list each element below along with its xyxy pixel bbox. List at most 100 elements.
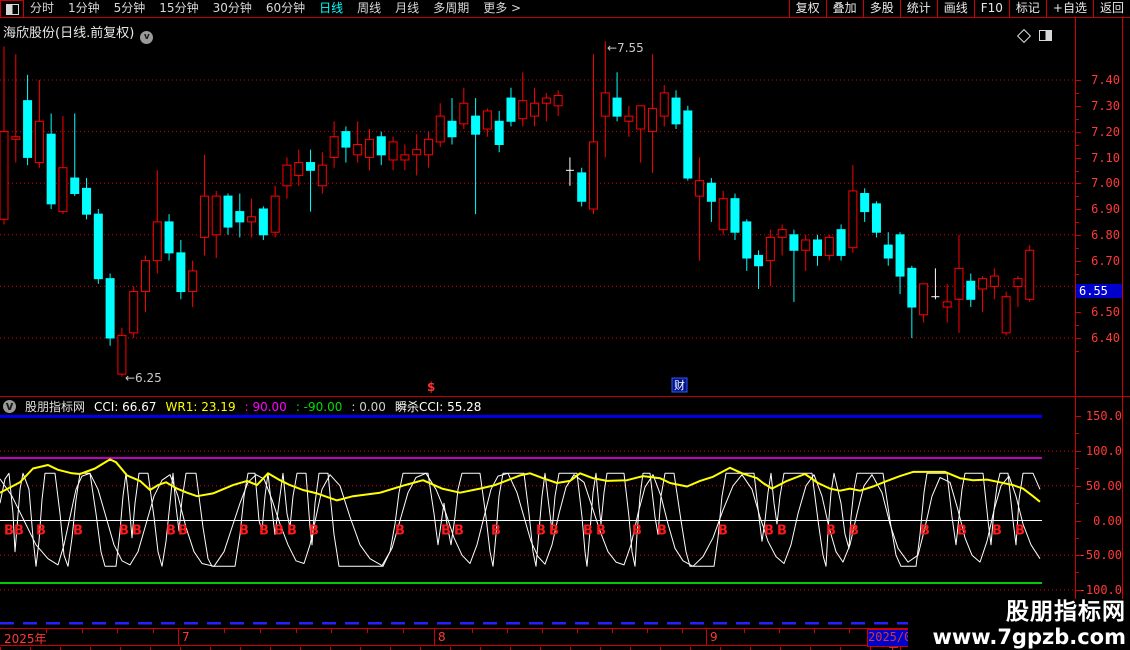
candle [637, 106, 645, 163]
timeline-tick [260, 629, 261, 633]
panel-separator [0, 396, 1130, 397]
candle [259, 206, 267, 240]
timeline-tick [403, 629, 404, 633]
indicator-header-segment-6: 瞬杀CCI: 55.28 [395, 398, 482, 415]
axis-tick-minor [1076, 171, 1079, 172]
candle [130, 286, 138, 338]
timeline-tick [82, 629, 83, 633]
last-price-tag: 6.55 [1076, 284, 1122, 298]
event-marker[interactable]: $ [427, 380, 435, 394]
toolbar-button-5[interactable]: F10 [974, 0, 1009, 17]
period-tab-0[interactable]: 分时 [30, 0, 54, 17]
candle [884, 232, 892, 266]
candle [295, 150, 303, 186]
collapse-indicator-icon[interactable]: v [3, 400, 16, 413]
watermark-site-name: 股朋指标网 [1006, 600, 1126, 625]
event-marker[interactable]: 财 [672, 378, 687, 392]
candle [601, 41, 609, 157]
period-tab-5[interactable]: 60分钟 [266, 0, 305, 17]
candle [377, 132, 385, 166]
timeline-month-label-1: 8 [438, 630, 446, 644]
axis-tick [1076, 486, 1081, 487]
buy-signal-marker: B [632, 524, 642, 539]
period-tab-7[interactable]: 周线 [357, 0, 381, 17]
candle [931, 268, 939, 299]
indicator-header-segment-1: CCI: 66.67 [94, 400, 157, 414]
timeline-tick [682, 629, 683, 633]
buy-signal-marker: B [536, 524, 546, 539]
period-tab-6[interactable]: 日线 [319, 0, 343, 17]
buy-signal-marker: B [718, 524, 728, 539]
indicator-chart: BBBBBBBBBBBBBBBBBBBBBBBBBBBBBBBB [0, 415, 1075, 628]
timeline-tick [507, 629, 508, 633]
candle [731, 194, 739, 240]
timeline-tick [367, 629, 368, 633]
candle [802, 235, 810, 271]
buy-signal-marker: B [957, 524, 967, 539]
candle [12, 54, 20, 162]
axis-frame-line [1075, 17, 1076, 628]
candle [872, 201, 880, 237]
buy-signal-marker: B [764, 524, 774, 539]
timeline-tick [744, 629, 745, 633]
buy-signal-marker: B [849, 524, 859, 539]
candle [436, 103, 444, 147]
buy-signal-marker: B [583, 524, 593, 539]
toolbar-button-2[interactable]: 多股 [863, 0, 900, 17]
period-tab-8[interactable]: 月线 [395, 0, 419, 17]
price-axis-label: 7.40 [1076, 73, 1120, 87]
toolbar-right-menu: 复权叠加多股统计画线F10标记+自选返回 [789, 0, 1130, 17]
period-tab-3[interactable]: 15分钟 [159, 0, 198, 17]
buy-signal-marker: B [274, 524, 284, 539]
candle [71, 114, 79, 197]
candle [365, 129, 373, 170]
period-tab-9[interactable]: 多周期 [433, 0, 469, 17]
candle [554, 90, 562, 116]
period-tab-2[interactable]: 5分钟 [114, 0, 146, 17]
axis-tick-minor [1076, 274, 1079, 275]
toolbar-button-3[interactable]: 统计 [900, 0, 937, 17]
toolbar-button-1[interactable]: 叠加 [826, 0, 863, 17]
candle [248, 199, 256, 238]
axis-tick-minor [1076, 196, 1079, 197]
indicator-header-segment-0: 股朋指标网 [25, 398, 85, 415]
buy-signal-marker: B [992, 524, 1002, 539]
candle [283, 157, 291, 198]
candle [106, 274, 114, 346]
period-tab-10[interactable]: 更多 > [483, 0, 521, 17]
toolbar-button-6[interactable]: 标记 [1009, 0, 1046, 17]
axis-tick [1076, 183, 1081, 184]
candle [613, 72, 621, 121]
candle [990, 268, 998, 299]
axis-tick-minor [1076, 468, 1079, 469]
timeline-tick [153, 629, 154, 633]
candle [519, 72, 527, 126]
toolbar-button-7[interactable]: +自选 [1046, 0, 1093, 17]
toolbar-button-4[interactable]: 画线 [937, 0, 974, 17]
indicator-axis-label: 50.00 [1076, 479, 1122, 493]
candle [472, 98, 480, 214]
app-window: 分时 1分钟 5分钟 15分钟 30分钟 60分钟日线周线月线多周期更多 > 复权叠加多股… [0, 0, 1130, 650]
toolbar-button-0[interactable]: 复权 [789, 0, 826, 17]
timeline-separator [706, 629, 707, 646]
candle [389, 137, 397, 171]
candle [165, 214, 173, 260]
layout-toggle-button[interactable] [0, 0, 24, 18]
candle [755, 250, 763, 289]
price-axis-label: 6.70 [1076, 254, 1120, 268]
indicator-header-segment-4: : -90.00 [296, 400, 343, 414]
candle [696, 157, 704, 260]
candle [47, 114, 55, 209]
toolbar-button-8[interactable]: 返回 [1093, 0, 1130, 17]
timeline-tick [117, 629, 118, 633]
timeline-month-label-2: 9 [710, 630, 718, 644]
buy-signal-marker: B [259, 524, 269, 539]
buy-signal-marker: B [441, 524, 451, 539]
period-tab-4[interactable]: 30分钟 [213, 0, 252, 17]
candle [943, 284, 951, 323]
timeline-tick [814, 629, 815, 633]
candle [531, 88, 539, 127]
axis-tick-minor [1076, 325, 1079, 326]
axis-tick-minor [1076, 248, 1079, 249]
period-tab-1[interactable]: 1分钟 [68, 0, 100, 17]
